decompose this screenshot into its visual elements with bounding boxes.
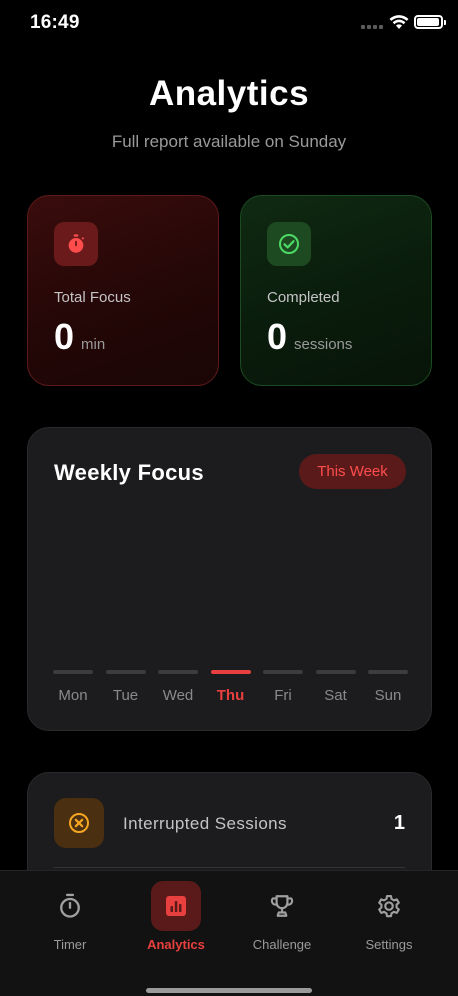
- x-circle-icon: [54, 798, 104, 848]
- day-label-mon: Mon: [58, 687, 88, 704]
- weekly-chart: Mon Tue Wed Thu Fri Sat Sun: [28, 428, 433, 732]
- day-label-sat: Sat: [324, 687, 347, 704]
- tab-analytics-label: Analytics: [147, 937, 205, 952]
- completed-value: 0: [267, 316, 288, 357]
- tab-bar: Timer Analytics Challenge Settings: [0, 870, 458, 996]
- day-bar-mon: [53, 670, 93, 674]
- wifi-icon: [389, 15, 409, 29]
- bar-chart-icon: [151, 881, 201, 931]
- day-bar-tue: [105, 670, 146, 674]
- total-focus-value-row: 0 min: [54, 316, 105, 358]
- check-circle-icon: [267, 222, 311, 266]
- interrupted-sessions-count: 1: [393, 812, 405, 834]
- tab-settings-label: Settings: [365, 937, 413, 952]
- tab-timer[interactable]: Timer: [25, 881, 115, 961]
- gear-icon: [364, 881, 414, 931]
- day-bar-wed: [158, 670, 198, 674]
- day-bar-thu: [210, 670, 251, 674]
- trophy-icon: [257, 881, 307, 931]
- home-indicator: [146, 988, 312, 993]
- page-title: Analytics: [148, 74, 310, 113]
- day-bar-sun: [368, 670, 408, 674]
- day-label-tue: Tue: [112, 687, 139, 704]
- weekly-focus-card: Weekly Focus This Week Mon Tue Wed Thu Fri Sa…: [27, 427, 432, 731]
- signal-icon: [361, 25, 383, 30]
- tab-challenge[interactable]: Challenge: [237, 881, 327, 961]
- day-bar-sat: [315, 670, 356, 674]
- day-label-fri: Fri: [274, 687, 292, 704]
- day-label-wed: Wed: [162, 687, 194, 704]
- day-bar-fri: [263, 670, 303, 674]
- completed-card[interactable]: Completed 0 sessions: [240, 195, 432, 386]
- tab-analytics[interactable]: Analytics: [131, 881, 221, 961]
- total-focus-card[interactable]: Total Focus 0 min: [27, 195, 219, 386]
- page-subtitle: Full report available on Sunday: [111, 132, 347, 151]
- tab-challenge-label: Challenge: [252, 937, 312, 952]
- completed-value-row: 0 sessions: [267, 316, 352, 358]
- stopwatch-icon: [54, 222, 98, 266]
- total-focus-unit: min: [81, 336, 106, 353]
- total-focus-label: Total Focus: [54, 289, 131, 306]
- tab-timer-label: Timer: [53, 937, 87, 952]
- interrupted-sessions-label: Interrupted Sessions: [123, 814, 287, 833]
- completed-label: Completed: [267, 289, 340, 306]
- status-bar: 16:49: [0, 0, 458, 46]
- day-label-sun: Sun: [374, 687, 402, 704]
- tab-settings[interactable]: Settings: [344, 881, 434, 961]
- stopwatch-icon: [45, 881, 95, 931]
- completed-unit: sessions: [294, 336, 353, 353]
- day-label-thu: Thu: [216, 687, 245, 704]
- status-time: 16:49: [30, 12, 80, 33]
- battery-icon: [414, 15, 446, 29]
- divider: [54, 867, 405, 868]
- total-focus-value: 0: [54, 316, 75, 357]
